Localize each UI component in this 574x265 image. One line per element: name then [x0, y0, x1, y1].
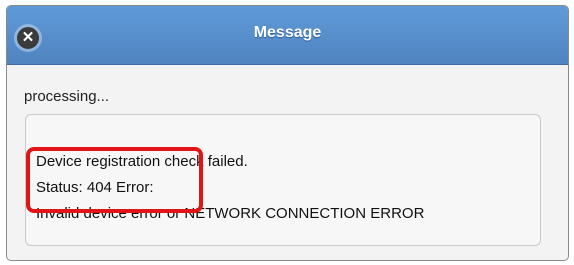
dialog-title-bar: ✕ Message [7, 6, 568, 65]
message-box: Device registration check failed. Status… [25, 114, 541, 246]
message-line-1: Device registration check failed. [36, 153, 248, 170]
screen: ✕ Message processing... Device registrat… [0, 0, 574, 265]
message-line-3: Invalid device error or NETWORK CONNECTI… [36, 205, 425, 222]
message-line-2: Status: 404 Error: [36, 179, 154, 196]
processing-status: processing... [24, 88, 110, 105]
dialog-title: Message [253, 24, 322, 41]
message-dialog: ✕ Message processing... Device registrat… [6, 5, 569, 261]
